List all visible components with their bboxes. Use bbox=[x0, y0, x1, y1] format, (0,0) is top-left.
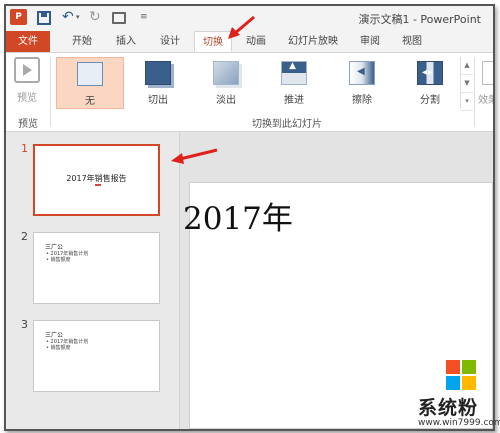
none-transition-icon bbox=[77, 62, 103, 86]
tab-design[interactable]: 设计 bbox=[152, 31, 188, 52]
watermark-url: www.win7999.com bbox=[418, 418, 500, 428]
transition-label: 推进 bbox=[284, 95, 304, 106]
group-separator bbox=[50, 57, 51, 127]
window-title: 演示文稿1 - PowerPoint bbox=[358, 13, 481, 26]
preview-group-label: 预览 bbox=[18, 119, 38, 130]
gallery-scroll-down-icon[interactable]: ▼ bbox=[461, 75, 473, 93]
effect-options-icon bbox=[482, 61, 493, 85]
ribbon: 预览 预览 无 切出 淡出 推进 擦除 bbox=[6, 53, 493, 132]
annotation-arrow-icon bbox=[171, 148, 218, 164]
slide-heading: 三广公 bbox=[45, 244, 64, 251]
effect-options-label: 效果 bbox=[478, 95, 493, 106]
windows-logo-icon bbox=[446, 360, 476, 390]
transition-fade[interactable]: 淡出 bbox=[192, 57, 260, 109]
slide-number: 3 bbox=[21, 318, 28, 331]
gallery-scroll: ▲ ▼ ▾ bbox=[460, 57, 473, 111]
transition-label: 分割 bbox=[420, 95, 440, 106]
undo-dropdown-icon[interactable]: ▾ bbox=[76, 9, 80, 27]
transition-none[interactable]: 无 bbox=[56, 57, 124, 109]
fade-transition-icon bbox=[213, 61, 239, 85]
transition-split[interactable]: 分割 bbox=[396, 57, 464, 109]
redo-icon[interactable]: ↻ bbox=[89, 9, 101, 27]
slide-bullets: • 2017年销售计划 • 销售额度 bbox=[46, 339, 88, 351]
tab-slideshow[interactable]: 幻灯片放映 bbox=[282, 31, 344, 52]
tab-home[interactable]: 开始 bbox=[64, 31, 100, 52]
gallery-more-icon[interactable]: ▾ bbox=[461, 93, 473, 111]
subtitle-mark bbox=[95, 184, 101, 186]
transition-label: 擦除 bbox=[352, 95, 372, 106]
bullet-item: • 销售额度 bbox=[46, 345, 71, 351]
tab-review[interactable]: 审阅 bbox=[352, 31, 388, 52]
start-from-beginning-icon[interactable] bbox=[112, 12, 126, 24]
transition-cut[interactable]: 切出 bbox=[124, 57, 192, 109]
transition-push[interactable]: 推进 bbox=[260, 57, 328, 109]
effect-options-button[interactable]: 效果 bbox=[476, 57, 493, 109]
transition-gallery: 无 切出 淡出 推进 擦除 分割 bbox=[56, 57, 460, 109]
transition-label: 无 bbox=[85, 96, 95, 107]
cut-transition-icon bbox=[145, 61, 171, 85]
save-icon[interactable] bbox=[37, 11, 51, 25]
preview-label: 预览 bbox=[17, 93, 37, 104]
slide-title-text[interactable]: 2017年 bbox=[183, 193, 293, 238]
bullet-item: • 销售额度 bbox=[46, 257, 71, 263]
transition-label: 切出 bbox=[148, 95, 168, 106]
preview-button[interactable]: 预览 bbox=[10, 57, 44, 109]
split-transition-icon bbox=[417, 61, 443, 85]
slide-thumbnail-3[interactable]: 三广公 • 2017年销售计划 • 销售额度 bbox=[33, 320, 160, 392]
powerpoint-app-icon[interactable]: P bbox=[10, 9, 27, 25]
watermark-text: 系统粉 bbox=[418, 397, 479, 419]
transition-label: 淡出 bbox=[216, 95, 236, 106]
slide-thumbnail-1[interactable]: 2017年销售报告 bbox=[33, 144, 160, 216]
tab-file[interactable]: 文件 bbox=[6, 31, 50, 52]
undo-icon[interactable]: ↶ bbox=[62, 9, 74, 27]
slide-heading: 三广公 bbox=[45, 332, 64, 339]
slide-thumbnail-2[interactable]: 三广公 • 2017年销售计划 • 销售额度 bbox=[33, 232, 160, 304]
slide-bullets: • 2017年销售计划 • 销售额度 bbox=[46, 251, 88, 263]
slide-number: 1 bbox=[21, 142, 28, 155]
wipe-transition-icon bbox=[349, 61, 375, 85]
push-transition-icon bbox=[281, 61, 307, 85]
customize-quick-access-icon[interactable]: ≡ bbox=[140, 9, 148, 27]
tab-view[interactable]: 视图 bbox=[394, 31, 430, 52]
transitions-group-label: 切换到此幻灯片 bbox=[252, 119, 322, 130]
gallery-scroll-up-icon[interactable]: ▲ bbox=[461, 57, 473, 75]
annotation-arrow-icon bbox=[228, 15, 255, 39]
slide-number: 2 bbox=[21, 230, 28, 243]
preview-icon bbox=[14, 57, 40, 83]
tab-insert[interactable]: 插入 bbox=[108, 31, 144, 52]
transition-wipe[interactable]: 擦除 bbox=[328, 57, 396, 109]
slide-title: 2017年销售报告 bbox=[66, 174, 127, 183]
group-separator bbox=[474, 57, 475, 127]
slide-thumbnails-pane: 1 2017年销售报告 2 三广公 • 2017年销售计划 • 销售额度 3 三… bbox=[6, 132, 180, 429]
